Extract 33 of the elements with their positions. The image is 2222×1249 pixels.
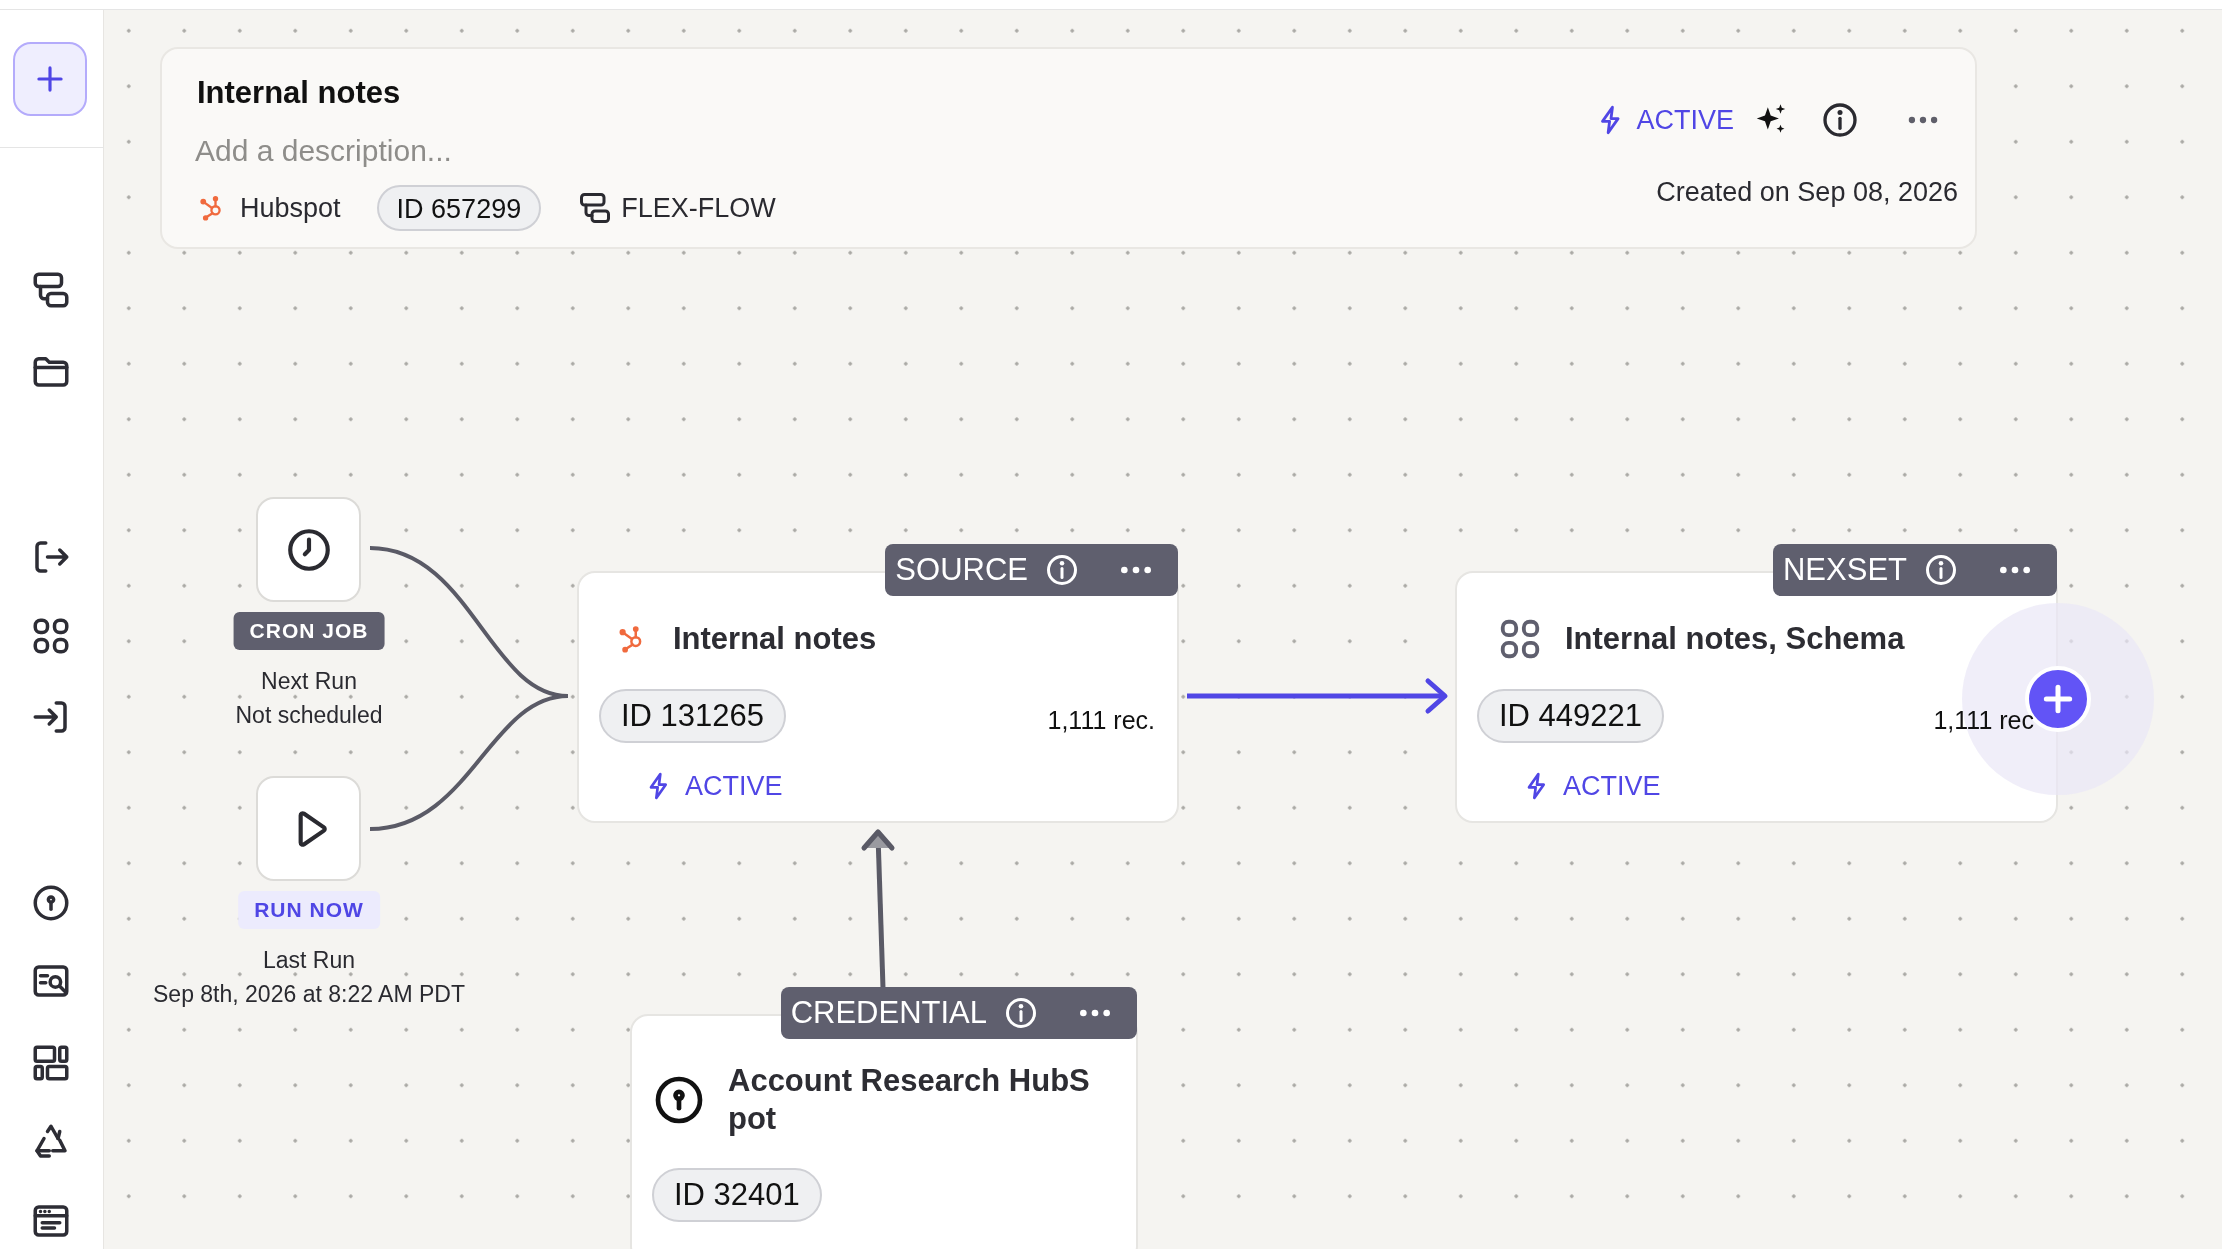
record-count: 1,111 rec: [1933, 705, 2034, 736]
trigger-label[interactable]: RUN NOW: [238, 891, 380, 929]
node-title: Internal notes, Schema: [1565, 620, 1905, 658]
id-chip: ID 32401: [652, 1168, 822, 1222]
id-chip: ID 449221: [1477, 689, 1665, 743]
info-icon[interactable]: [1044, 552, 1080, 588]
trigger-caption: Last Run: [262, 946, 356, 975]
info-icon[interactable]: [1003, 995, 1039, 1031]
add-button[interactable]: [13, 42, 87, 116]
status-label: ACTIVE: [1563, 770, 1661, 803]
node-title: Account Research HubSpot: [728, 1062, 1091, 1138]
record-count: 1,111 rec.: [1047, 705, 1155, 736]
node-type: NEXSET: [1782, 550, 1907, 589]
trigger-caption: Next Run: [261, 667, 357, 696]
trigger-node[interactable]: [256, 497, 361, 602]
node-type: CREDENTIAL: [790, 993, 987, 1032]
id-chip: ID 131265: [599, 689, 787, 743]
trigger-caption: Sep 8th, 2026 at 8:22 AM PDT: [153, 980, 465, 1009]
trigger-caption: Not scheduled: [235, 701, 383, 730]
trigger-node[interactable]: [256, 776, 361, 881]
created-date: Created on Sep 08, 2026: [1656, 176, 1958, 209]
info-icon[interactable]: [1923, 552, 1959, 588]
node-title: Internal notes: [673, 620, 877, 658]
id-chip: ID 657299: [376, 185, 542, 231]
flow-type: FLEX-FLOW: [621, 191, 776, 225]
trigger-label: CRON JOB: [233, 612, 385, 650]
info-icon[interactable]: [1820, 100, 1860, 140]
status-label: ACTIVE: [1636, 103, 1734, 137]
description-field[interactable]: Add a description...: [195, 128, 1095, 172]
source-name: Hubspot: [240, 191, 341, 225]
status-label: ACTIVE: [685, 770, 783, 803]
node-type: SOURCE: [895, 550, 1028, 589]
flow-title: Internal notes: [197, 74, 401, 112]
